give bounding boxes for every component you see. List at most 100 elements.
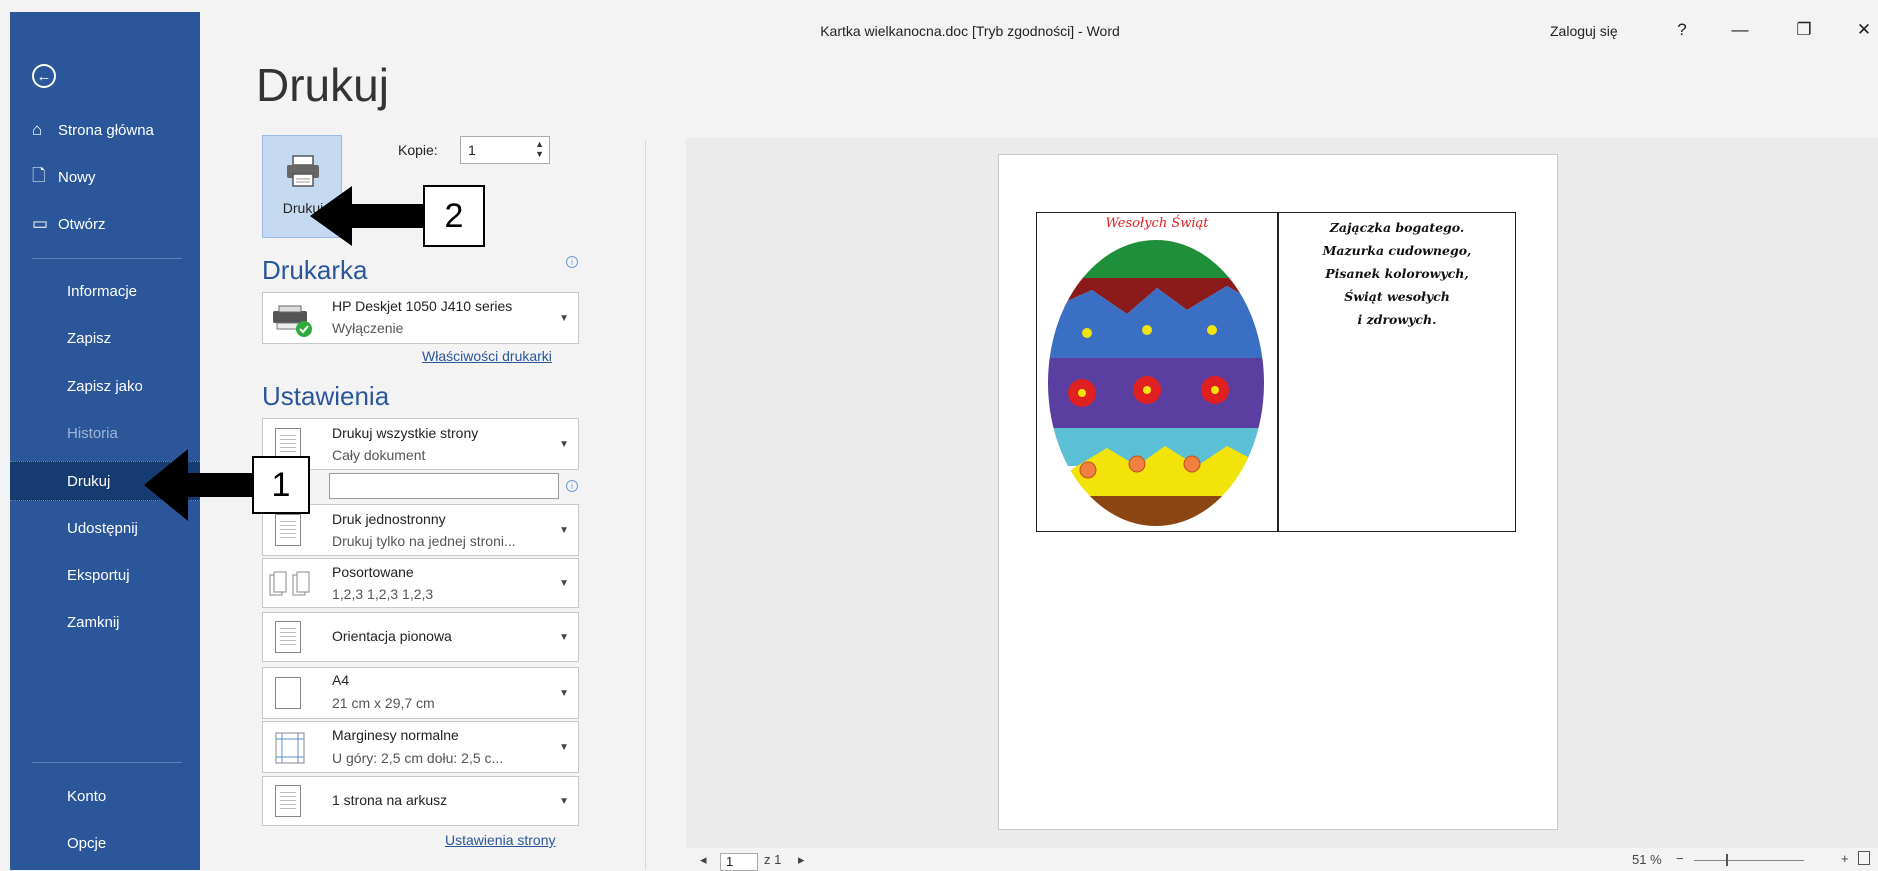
margins-icon [275, 732, 305, 764]
paper-size-icon [275, 677, 301, 709]
sidebar-item-save[interactable]: Zapisz [10, 318, 200, 358]
zoom-slider[interactable] [1694, 860, 1804, 861]
open-folder-icon: ▭ [32, 214, 49, 233]
window-frame-left [0, 0, 10, 870]
window-title: Kartka wielkanocna.doc [Tryb zgodności] … [820, 23, 1120, 39]
sidebar-item-options[interactable]: Opcje [10, 823, 200, 863]
callout-arrow-2 [310, 186, 424, 246]
sidebar-item-export[interactable]: Eksportuj [10, 555, 200, 595]
zoom-to-page-icon[interactable] [1858, 851, 1870, 865]
chevron-down-icon: ▼ [559, 525, 569, 536]
dropdown-main-label: A4 [332, 672, 350, 688]
sidebar-item-label: Eksportuj [67, 566, 130, 584]
poem-line: Zajączka bogatego. [1329, 220, 1465, 235]
sidebar-item-new[interactable]: 🗋 Nowy [10, 157, 200, 197]
easter-egg-illustration [1048, 240, 1264, 526]
printer-status: Wyłączenie [332, 320, 404, 336]
printer-name: HP Deskjet 1050 J410 series [332, 298, 513, 314]
back-arrow-icon[interactable]: ← [32, 64, 56, 88]
page-total: z 1 [764, 852, 782, 867]
sidebar-separator [32, 258, 182, 259]
preview-status-bar: ◂ z 1 ▸ 51 % − + [686, 848, 1878, 870]
zoom-out-icon[interactable]: − [1676, 851, 1684, 866]
printer-properties-link[interactable]: Właściwości drukarki [422, 348, 552, 364]
card-poem: Zajączka bogatego. Mazurka cudownego, Pi… [1278, 216, 1516, 331]
pages-per-sheet-dropdown[interactable]: 1 strona na arkusz ▼ [262, 776, 579, 826]
home-icon: ⌂ [32, 120, 43, 139]
sidebar-item-close[interactable]: Zamknij [10, 602, 200, 642]
restore-icon[interactable]: ❐ [1792, 20, 1816, 40]
margins-dropdown[interactable]: Marginesy normalne U góry: 2,5 cm dołu: … [262, 721, 579, 773]
preview-page: Wesołych Świąt Zajączka bogatego. Mazurk… [998, 154, 1558, 830]
sidebar-item-label: Zapisz [67, 329, 112, 347]
chevron-down-icon: ▼ [559, 632, 569, 643]
pages-input[interactable] [329, 473, 559, 499]
callout-arrow-1 [144, 449, 254, 521]
help-icon[interactable]: ? [1670, 20, 1694, 40]
sign-in-link[interactable]: Zaloguj się [1550, 23, 1618, 39]
copies-value: 1 [468, 142, 476, 158]
title-bar: Kartka wielkanocna.doc [Tryb zgodności] … [200, 12, 1878, 52]
new-document-icon: 🗋 [32, 165, 46, 185]
copies-input[interactable]: 1 ▲ ▼ [460, 136, 550, 164]
chevron-down-icon: ▼ [559, 578, 569, 589]
dropdown-sub-label: U góry: 2,5 cm dołu: 2,5 c... [332, 750, 504, 766]
printer-section-title: Drukarka [262, 255, 368, 285]
copies-stepper[interactable]: ▲ ▼ [535, 139, 544, 159]
one-sided-icon [275, 514, 301, 546]
info-icon[interactable]: i [566, 480, 578, 492]
dropdown-sub-label: Drukuj tylko na jednej stroni... [332, 533, 516, 549]
dropdown-main-label: 1 strona na arkusz [332, 792, 448, 808]
dropdown-main-label: Druk jednostronny [332, 511, 446, 527]
sidebar-item-label: Otwórz [58, 215, 106, 233]
page-number-input[interactable]: 1 [720, 853, 758, 871]
callout-number-1: 1 [252, 456, 310, 514]
dropdown-sub-label: 21 cm x 29,7 cm [332, 695, 435, 711]
sidebar-item-label: Zapisz jako [67, 377, 143, 395]
dropdown-main-label: Posortowane [332, 564, 414, 580]
sidebar-item-label: Drukuj [67, 472, 111, 490]
pages-per-sheet-icon [275, 785, 301, 817]
window-frame-top [0, 0, 1878, 12]
sidebar-item-label: Konto [67, 787, 107, 805]
zoom-in-icon[interactable]: + [1841, 851, 1849, 866]
printer-dropdown[interactable]: HP Deskjet 1050 J410 series Wyłączenie ▼ [262, 292, 579, 344]
paper-size-dropdown[interactable]: A4 21 cm x 29,7 cm ▼ [262, 667, 579, 719]
dropdown-sub-label: Cały dokument [332, 447, 426, 463]
portrait-orientation-icon [275, 621, 301, 653]
sidebar-item-account[interactable]: Konto [10, 776, 200, 816]
chevron-down-icon: ▼ [559, 796, 569, 807]
sidebar-item-label: Opcje [67, 834, 107, 852]
printer-icon [287, 155, 319, 187]
collation-dropdown[interactable]: Posortowane 1,2,3 1,2,3 1,2,3 ▼ [262, 558, 579, 608]
page-setup-link[interactable]: Ustawienia strony [445, 832, 556, 848]
printer-status-icon [273, 305, 312, 337]
card-greeting: Wesołych Świąt [1105, 216, 1209, 231]
chevron-down-icon: ▼ [559, 688, 569, 699]
sidebar-item-label: Strona główna [58, 121, 154, 139]
info-icon[interactable]: i [566, 256, 578, 268]
dropdown-main-label: Orientacja pionowa [332, 628, 452, 644]
sidebar-item-info[interactable]: Informacje [10, 271, 200, 311]
dropdown-sub-label: 1,2,3 1,2,3 1,2,3 [332, 586, 434, 602]
previous-page-icon[interactable]: ◂ [700, 852, 707, 868]
sidebar-item-label: Udostępnij [67, 519, 138, 537]
backstage-sidebar: ← ⌂ Strona główna 🗋 Nowy ▭ Otwórz Inform… [10, 12, 200, 870]
sidebar-item-home[interactable]: ⌂ Strona główna [10, 110, 200, 150]
collated-icon [269, 571, 310, 596]
chevron-down-icon: ▼ [559, 742, 569, 753]
orientation-dropdown[interactable]: Orientacja pionowa ▼ [262, 612, 579, 662]
sidebar-item-save-as[interactable]: Zapisz jako [10, 366, 200, 406]
sidebar-item-open[interactable]: ▭ Otwórz [10, 204, 200, 244]
copies-label: Kopie: [398, 142, 438, 158]
poem-line: Pisanek kolorowych, [1325, 266, 1469, 281]
next-page-icon[interactable]: ▸ [798, 852, 805, 868]
panel-divider [645, 140, 646, 870]
callout-number-2: 2 [423, 185, 485, 247]
sidebar-item-label: Zamknij [67, 613, 120, 631]
zoom-slider-thumb[interactable] [1726, 854, 1728, 866]
settings-section-title: Ustawienia [262, 381, 390, 411]
close-icon[interactable]: ✕ [1852, 20, 1876, 40]
sidebar-item-label: Nowy [58, 168, 96, 186]
minimize-icon[interactable]: — [1728, 20, 1752, 40]
